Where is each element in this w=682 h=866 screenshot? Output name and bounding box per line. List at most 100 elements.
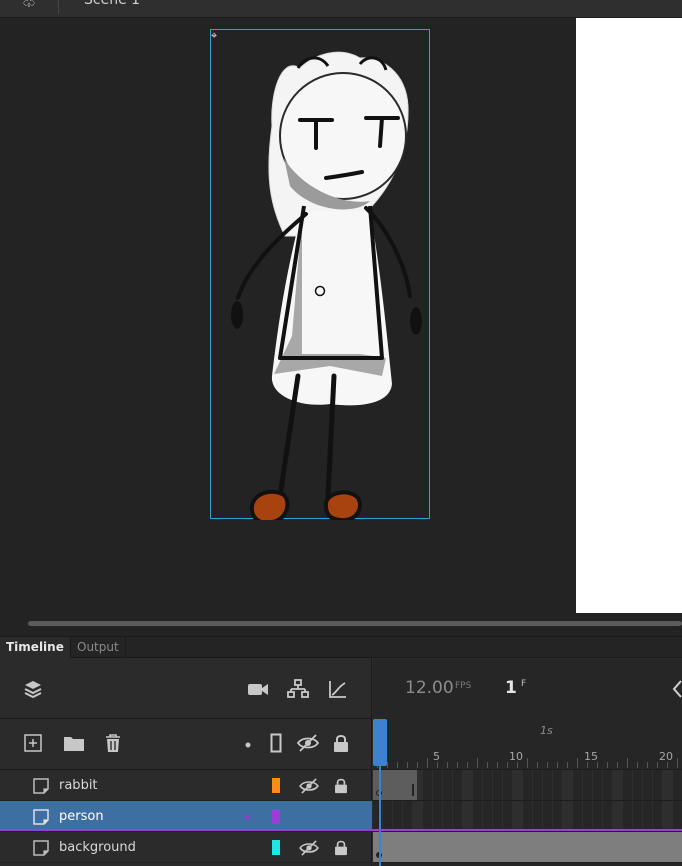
frame-row-background[interactable]: [373, 832, 682, 863]
frame-cell[interactable]: [543, 770, 553, 800]
frame-cell[interactable]: [523, 801, 533, 831]
frame-cell[interactable]: [623, 801, 633, 831]
frame-cell[interactable]: [433, 801, 443, 831]
frame-cell[interactable]: [583, 770, 593, 800]
frame-cell[interactable]: [553, 801, 563, 831]
layer-color-chip[interactable]: [272, 778, 280, 793]
frame-cell[interactable]: [533, 770, 543, 800]
layer-name[interactable]: background: [59, 840, 136, 855]
frames-area[interactable]: 12.00 FPS 1 F 1s 5 10 15 20: [373, 659, 682, 866]
frame-cell[interactable]: [653, 770, 663, 800]
frame-cell[interactable]: [643, 801, 653, 831]
frame-cell[interactable]: [583, 801, 593, 831]
scene-name[interactable]: Scene 1: [84, 0, 140, 8]
frame-cell[interactable]: [593, 801, 603, 831]
frame-cell[interactable]: [463, 770, 473, 800]
animate-app-icon[interactable]: ♧: [18, 0, 40, 12]
layer-highlight-dot[interactable]: [245, 815, 250, 820]
new-layer-icon[interactable]: [24, 734, 42, 752]
outline-icon[interactable]: [270, 733, 282, 753]
layer-name[interactable]: rabbit: [59, 778, 98, 793]
frame-cell[interactable]: [443, 770, 453, 800]
stage-horizontal-scrollbar[interactable]: [28, 621, 682, 626]
lock-icon[interactable]: [334, 839, 348, 856]
frame-cell[interactable]: [543, 801, 553, 831]
frame-cell[interactable]: [473, 770, 483, 800]
frame-ruler[interactable]: 1s 5 10 15 20: [373, 719, 682, 770]
frame-cell[interactable]: [573, 801, 583, 831]
frame-cell[interactable]: [673, 770, 682, 800]
frame-span[interactable]: [373, 832, 682, 862]
frame-cell[interactable]: [553, 770, 563, 800]
frame-cell[interactable]: [413, 801, 423, 831]
frame-cell[interactable]: [493, 801, 503, 831]
trash-icon[interactable]: [104, 733, 122, 753]
frame-cell[interactable]: [453, 801, 463, 831]
frame-cell[interactable]: [633, 801, 643, 831]
frame-cell[interactable]: [393, 801, 403, 831]
playhead[interactable]: [373, 719, 387, 766]
stage-area[interactable]: ⌖: [0, 18, 682, 630]
frame-row-person[interactable]: [373, 801, 682, 832]
frame-row-rabbit[interactable]: [373, 770, 682, 801]
stage-canvas[interactable]: [576, 18, 682, 613]
frame-cell[interactable]: [633, 770, 643, 800]
tab-timeline[interactable]: Timeline: [0, 637, 70, 658]
frame-cell[interactable]: [383, 801, 393, 831]
frame-cell[interactable]: [463, 801, 473, 831]
frame-cell[interactable]: [513, 801, 523, 831]
current-frame-value[interactable]: 1: [505, 678, 517, 698]
eye-off-icon[interactable]: [297, 734, 319, 752]
person-drawing[interactable]: [210, 36, 430, 520]
frame-cell[interactable]: [513, 770, 523, 800]
camera-icon[interactable]: [247, 681, 269, 697]
frame-cell[interactable]: [673, 801, 682, 831]
frame-cell[interactable]: [613, 770, 623, 800]
layer-color-chip[interactable]: [272, 809, 280, 824]
frame-cell[interactable]: [423, 801, 433, 831]
frame-cell[interactable]: [563, 801, 573, 831]
layer-parenting-icon[interactable]: [287, 679, 309, 699]
graph-icon[interactable]: [328, 679, 348, 699]
highlight-dot-icon[interactable]: [245, 742, 251, 748]
frame-cell[interactable]: [493, 770, 503, 800]
frame-cell[interactable]: [573, 770, 583, 800]
frame-cell[interactable]: [453, 770, 463, 800]
frame-cell[interactable]: [623, 770, 633, 800]
tab-output[interactable]: Output: [70, 637, 126, 658]
frame-cell[interactable]: [473, 801, 483, 831]
frame-cell[interactable]: [613, 801, 623, 831]
frame-cell[interactable]: [423, 770, 433, 800]
frame-cell[interactable]: [403, 801, 413, 831]
layer-row-rabbit[interactable]: rabbit: [0, 770, 372, 801]
eye-off-icon[interactable]: [299, 840, 319, 856]
frame-cell[interactable]: [563, 770, 573, 800]
frame-cell[interactable]: [603, 770, 613, 800]
fps-value[interactable]: 12.00: [405, 678, 454, 698]
layer-color-chip[interactable]: [272, 840, 280, 855]
eye-off-icon[interactable]: [299, 778, 319, 794]
frame-cell[interactable]: [483, 770, 493, 800]
frame-cell[interactable]: [663, 801, 673, 831]
layers-icon[interactable]: [23, 679, 43, 699]
folder-icon[interactable]: [63, 735, 85, 752]
frame-cell[interactable]: [523, 770, 533, 800]
frame-cell[interactable]: [653, 801, 663, 831]
chevron-down-icon[interactable]: ▾: [170, 0, 175, 3]
layer-name[interactable]: person: [59, 809, 104, 824]
chevron-left-icon[interactable]: [671, 678, 682, 700]
frame-cell[interactable]: [483, 801, 493, 831]
frame-cell[interactable]: [643, 770, 653, 800]
frame-cell[interactable]: [443, 801, 453, 831]
lock-icon[interactable]: [334, 777, 348, 794]
frame-cell[interactable]: [593, 770, 603, 800]
frame-cell[interactable]: [663, 770, 673, 800]
frame-cell[interactable]: [533, 801, 543, 831]
frame-cell[interactable]: [433, 770, 443, 800]
playhead-line[interactable]: [379, 766, 381, 866]
lock-icon[interactable]: [333, 733, 349, 753]
frame-cell[interactable]: [603, 801, 613, 831]
frame-cell[interactable]: [503, 801, 513, 831]
layer-row-background[interactable]: background: [0, 832, 372, 863]
layer-row-person[interactable]: person: [0, 801, 372, 832]
